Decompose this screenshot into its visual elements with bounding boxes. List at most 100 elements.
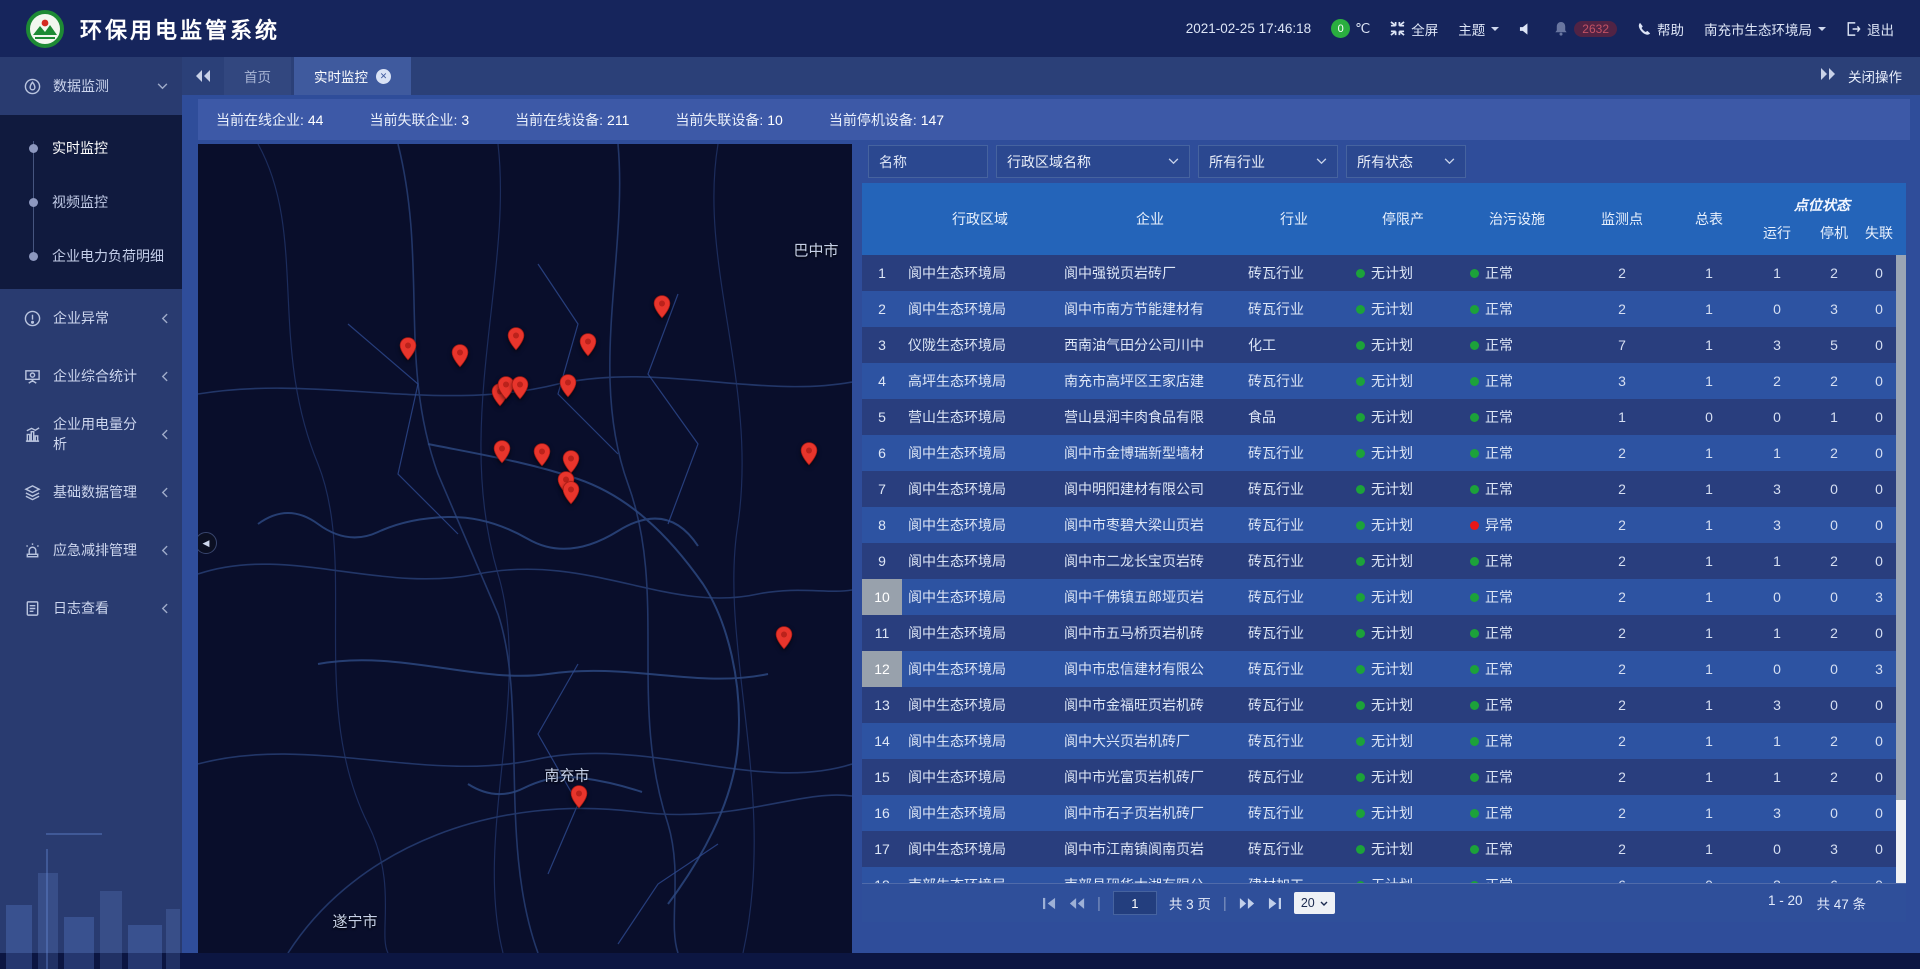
- scrollbar-thumb[interactable]: [1896, 255, 1906, 800]
- sidebar-item-log-view[interactable]: 日志查看: [0, 579, 182, 637]
- sidebar-item-company-abnormal[interactable]: 企业异常: [0, 289, 182, 347]
- cell-industry: 砖瓦行业: [1242, 255, 1346, 291]
- sidebar-item-power-analysis[interactable]: 企业用电量分析: [0, 405, 182, 463]
- map-pin-icon[interactable]: [493, 440, 511, 464]
- table-row[interactable]: 11 阆中生态环境局 阆中市五马桥页岩机砖 砖瓦行业 无计划 正常 2 1 1: [862, 615, 1896, 651]
- notifications-button[interactable]: 2632: [1554, 21, 1617, 37]
- map-pin-icon[interactable]: [653, 295, 671, 319]
- cell-stopped: 3: [1806, 291, 1862, 327]
- org-dropdown[interactable]: 南充市生态环境局: [1704, 19, 1826, 39]
- table-row[interactable]: 1 阆中生态环境局 阆中强锐页岩砖厂 砖瓦行业 无计划 正常 2 1 1: [862, 255, 1896, 291]
- cell-industry: 建材加工: [1242, 867, 1346, 883]
- col-company: 企业: [1058, 183, 1242, 255]
- map-pin-icon[interactable]: [399, 337, 417, 361]
- cell-stop-limit: 无计划: [1346, 507, 1460, 543]
- map-pin-icon[interactable]: [800, 441, 818, 465]
- map-pane[interactable]: 巴中市 南充市 遂宁市: [198, 144, 852, 953]
- table-row[interactable]: 17 阆中生态环境局 阆中市江南镇阆南页岩 砖瓦行业 无计划 正常 2 1 0: [862, 831, 1896, 867]
- table-row[interactable]: 6 阆中生态环境局 阆中市金博瑞新型墙材 砖瓦行业 无计划 正常 2 1 1: [862, 435, 1896, 471]
- map-pin-icon[interactable]: [511, 376, 529, 400]
- header-toolbar: 2021-02-25 17:46:18 0 ℃ 全屏 主题: [1186, 19, 1894, 39]
- cell-monitor-points: 2: [1574, 579, 1670, 615]
- cell-total-meters: 1: [1670, 471, 1748, 507]
- table-scrollbar[interactable]: [1896, 255, 1906, 883]
- table-row[interactable]: 13 阆中生态环境局 阆中市金福旺页岩机砖 砖瓦行业 无计划 正常 2 1 3: [862, 687, 1896, 723]
- theme-dropdown[interactable]: 主题: [1458, 19, 1499, 39]
- tab-realtime-monitor[interactable]: 实时监控 ✕: [294, 57, 411, 95]
- cell-offline: 0: [1862, 795, 1896, 831]
- page-number-input[interactable]: [1113, 891, 1157, 915]
- map-pin-icon[interactable]: [579, 333, 597, 357]
- name-filter-input[interactable]: [868, 145, 988, 178]
- table-row[interactable]: 8 阆中生态环境局 阆中市枣碧大梁山页岩 砖瓦行业 无计划 异常 2 1 3: [862, 507, 1896, 543]
- cell-pollution-facility: 正常: [1460, 723, 1574, 759]
- first-page-icon: [1042, 897, 1057, 910]
- cell-monitor-points: 2: [1574, 471, 1670, 507]
- table-body: 1 阆中生态环境局 阆中强锐页岩砖厂 砖瓦行业 无计划 正常 2 1 1: [862, 255, 1896, 883]
- map-pin-icon[interactable]: [570, 785, 588, 809]
- volume-button[interactable]: [1519, 22, 1534, 36]
- status-filter-select[interactable]: 所有状态: [1346, 145, 1466, 178]
- first-page-button[interactable]: [1042, 897, 1057, 910]
- region-filter-select[interactable]: 行政区域名称: [996, 145, 1190, 178]
- map-pin-icon[interactable]: [562, 481, 580, 505]
- table-row[interactable]: 10 阆中生态环境局 阆中千佛镇五郎垭页岩 砖瓦行业 无计划 正常 2 1 0: [862, 579, 1896, 615]
- table-row[interactable]: 15 阆中生态环境局 阆中市光富页岩机砖厂 砖瓦行业 无计划 正常 2 1 1: [862, 759, 1896, 795]
- cell-running: 0: [1748, 579, 1806, 615]
- map-pin-icon[interactable]: [533, 443, 551, 467]
- table-row[interactable]: 12 阆中生态环境局 阆中市忠信建材有限公 砖瓦行业 无计划 正常 2 1 0: [862, 651, 1896, 687]
- sidebar-item-company-statistics[interactable]: 企业综合统计: [0, 347, 182, 405]
- tab-home[interactable]: 首页: [224, 57, 291, 95]
- map-pin-icon[interactable]: [775, 626, 793, 650]
- sidebar-item-power-load-detail[interactable]: 企业电力负荷明细: [0, 229, 182, 283]
- cell-total-meters: 1: [1670, 507, 1748, 543]
- cell-company: 阆中大兴页岩机砖厂: [1058, 723, 1242, 759]
- cell-stopped: 2: [1806, 363, 1862, 399]
- sidebar-item-video-monitor[interactable]: 视频监控: [0, 175, 182, 229]
- industry-filter-select[interactable]: 所有行业: [1198, 145, 1338, 178]
- close-operations-button[interactable]: 关闭操作: [1848, 66, 1902, 86]
- map-city-label: 巴中市: [794, 239, 839, 260]
- cell-monitor-points: 2: [1574, 831, 1670, 867]
- table-row[interactable]: 5 营山生态环境局 营山县润丰肉食品有限 食品 无计划 正常 1 0 0: [862, 399, 1896, 435]
- tab-close-icon[interactable]: ✕: [376, 69, 391, 84]
- sidebar-item-data-monitoring[interactable]: 数据监测: [0, 57, 182, 115]
- table-row[interactable]: 7 阆中生态环境局 阆中明阳建材有限公司 砖瓦行业 无计划 正常 2 1 3: [862, 471, 1896, 507]
- last-page-button[interactable]: [1267, 897, 1282, 910]
- map-pin-icon[interactable]: [507, 327, 525, 351]
- skyline-decoration: [0, 819, 182, 969]
- table-row[interactable]: 4 高坪生态环境局 南充市高坪区王家店建 砖瓦行业 无计划 正常 3 1 2: [862, 363, 1896, 399]
- sidebar-item-emergency-reduction[interactable]: 应急减排管理: [0, 521, 182, 579]
- col-stopped: 停机: [1806, 223, 1862, 243]
- cell-running: 1: [1748, 723, 1806, 759]
- fullscreen-button[interactable]: 全屏: [1390, 19, 1438, 39]
- prev-page-button[interactable]: [1069, 897, 1085, 910]
- map-pin-icon[interactable]: [451, 344, 469, 368]
- next-page-button[interactable]: [1239, 897, 1255, 910]
- table-row[interactable]: 2 阆中生态环境局 阆中市南方节能建材有 砖瓦行业 无计划 正常 2 1 0: [862, 291, 1896, 327]
- temperature-unit: ℃: [1355, 21, 1370, 37]
- table-row[interactable]: 3 仪陇生态环境局 西南油气田分公司川中 化工 无计划 正常 7 1 3: [862, 327, 1896, 363]
- cell-industry: 砖瓦行业: [1242, 795, 1346, 831]
- table-row[interactable]: 18 南部生态环境局 南部县砚华太湖有限公 建材加工 无计划 正常 6 0 3: [862, 867, 1896, 883]
- status-dot-icon: [1356, 377, 1365, 386]
- help-button[interactable]: 帮助: [1637, 19, 1684, 39]
- table-row[interactable]: 16 阆中生态环境局 阆中市石子页岩机砖厂 砖瓦行业 无计划 正常 2 1 3: [862, 795, 1896, 831]
- sidebar-item-realtime-monitor[interactable]: 实时监控: [0, 121, 182, 175]
- table-row[interactable]: 9 阆中生态环境局 阆中市二龙长宝页岩砖 砖瓦行业 无计划 正常 2 1 1: [862, 543, 1896, 579]
- cell-pollution-facility: 正常: [1460, 831, 1574, 867]
- logout-button[interactable]: 退出: [1846, 19, 1894, 39]
- map-pin-icon[interactable]: [559, 374, 577, 398]
- status-dot-icon: [1470, 305, 1479, 314]
- cell-company: 阆中市光富页岩机砖厂: [1058, 759, 1242, 795]
- stat-item: 当前失联设备:10: [675, 110, 782, 130]
- tabs-scroll-right-button[interactable]: [1820, 67, 1836, 85]
- sidebar-item-base-data[interactable]: 基础数据管理: [0, 463, 182, 521]
- cell-company: 阆中市枣碧大梁山页岩: [1058, 507, 1242, 543]
- datetime-label: 2021-02-25 17:46:18: [1186, 21, 1311, 36]
- tabs-scroll-left-button[interactable]: [182, 57, 224, 95]
- table-row[interactable]: 14 阆中生态环境局 阆中大兴页岩机砖厂 砖瓦行业 无计划 正常 2 1 1: [862, 723, 1896, 759]
- monitor-panel: 行政区域名称 所有行业 所有状态 行政区域 企业 行业 停限产 治污设施 监测点: [858, 144, 1910, 922]
- page-size-select[interactable]: 20: [1294, 892, 1335, 914]
- cell-running: 3: [1748, 687, 1806, 723]
